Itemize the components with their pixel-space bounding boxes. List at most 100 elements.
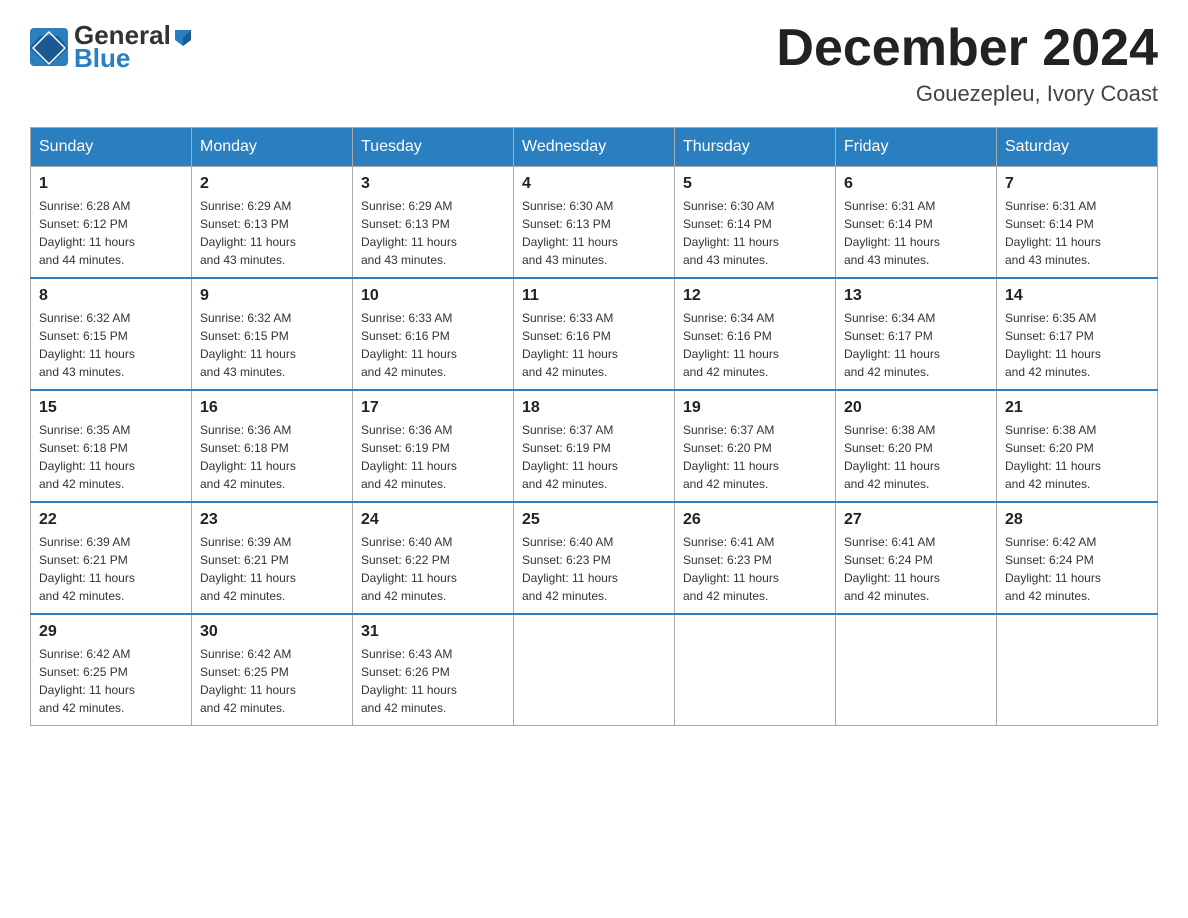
day-number: 10 [361, 287, 505, 305]
col-friday: Friday [836, 128, 997, 167]
day-info: Sunrise: 6:32 AMSunset: 6:15 PMDaylight:… [39, 309, 183, 381]
day-number: 4 [522, 175, 666, 193]
table-row [836, 614, 997, 726]
col-tuesday: Tuesday [353, 128, 514, 167]
calendar-table: Sunday Monday Tuesday Wednesday Thursday… [30, 127, 1158, 726]
day-info: Sunrise: 6:30 AMSunset: 6:14 PMDaylight:… [683, 197, 827, 269]
col-sunday: Sunday [31, 128, 192, 167]
day-info: Sunrise: 6:31 AMSunset: 6:14 PMDaylight:… [1005, 197, 1149, 269]
day-number: 15 [39, 399, 183, 417]
table-row: 5 Sunrise: 6:30 AMSunset: 6:14 PMDaylight… [675, 167, 836, 279]
day-number: 7 [1005, 175, 1149, 193]
title-section: December 2024 Gouezepleu, Ivory Coast [776, 20, 1158, 107]
day-number: 8 [39, 287, 183, 305]
day-number: 6 [844, 175, 988, 193]
day-info: Sunrise: 6:42 AMSunset: 6:24 PMDaylight:… [1005, 533, 1149, 605]
table-row: 26Sunrise: 6:41 AMSunset: 6:23 PMDayligh… [675, 502, 836, 614]
table-row: 18 Sunrise: 6:37 AMSunset: 6:19 PMDayligh… [514, 390, 675, 502]
day-info: Sunrise: 6:40 AMSunset: 6:22 PMDaylight:… [361, 533, 505, 605]
table-row: 24 Sunrise: 6:40 AMSunset: 6:22 PMDayligh… [353, 502, 514, 614]
month-title: December 2024 [776, 20, 1158, 77]
calendar-week-row: 8 Sunrise: 6:32 AMSunset: 6:15 PMDaylight… [31, 278, 1158, 390]
day-info: Sunrise: 6:39 AMSunset: 6:21 PMDaylight:… [39, 533, 183, 605]
day-info: Sunrise: 6:34 AMSunset: 6:16 PMDaylight:… [683, 309, 827, 381]
day-info: Sunrise: 6:36 AMSunset: 6:19 PMDaylight:… [361, 421, 505, 493]
calendar-week-row: 22 Sunrise: 6:39 AMSunset: 6:21 PMDayligh… [31, 502, 1158, 614]
day-info: Sunrise: 6:40 AMSunset: 6:23 PMDaylight:… [522, 533, 666, 605]
day-number: 2 [200, 175, 344, 193]
day-info: Sunrise: 6:39 AMSunset: 6:21 PMDaylight:… [200, 533, 344, 605]
day-number: 3 [361, 175, 505, 193]
col-thursday: Thursday [675, 128, 836, 167]
table-row: 16Sunrise: 6:36 AMSunset: 6:18 PMDayligh… [192, 390, 353, 502]
day-number: 28 [1005, 511, 1149, 529]
day-number: 17 [361, 399, 505, 417]
day-info: Sunrise: 6:33 AMSunset: 6:16 PMDaylight:… [361, 309, 505, 381]
table-row: 29Sunrise: 6:42 AMSunset: 6:25 PMDayligh… [31, 614, 192, 726]
calendar-header-row: Sunday Monday Tuesday Wednesday Thursday… [31, 128, 1158, 167]
table-row: 14 Sunrise: 6:35 AMSunset: 6:17 PMDayligh… [997, 278, 1158, 390]
day-number: 21 [1005, 399, 1149, 417]
day-info: Sunrise: 6:37 AMSunset: 6:20 PMDaylight:… [683, 421, 827, 493]
table-row: 20Sunrise: 6:38 AMSunset: 6:20 PMDayligh… [836, 390, 997, 502]
table-row: 30 Sunrise: 6:42 AMSunset: 6:25 PMDayligh… [192, 614, 353, 726]
day-number: 27 [844, 511, 988, 529]
table-row [514, 614, 675, 726]
day-info: Sunrise: 6:41 AMSunset: 6:24 PMDaylight:… [844, 533, 988, 605]
table-row: 4 Sunrise: 6:30 AMSunset: 6:13 PMDaylight… [514, 167, 675, 279]
day-number: 22 [39, 511, 183, 529]
table-row: 23 Sunrise: 6:39 AMSunset: 6:21 PMDayligh… [192, 502, 353, 614]
logo-icon [30, 28, 68, 66]
day-info: Sunrise: 6:29 AMSunset: 6:13 PMDaylight:… [361, 197, 505, 269]
day-info: Sunrise: 6:38 AMSunset: 6:20 PMDaylight:… [1005, 421, 1149, 493]
table-row: 19 Sunrise: 6:37 AMSunset: 6:20 PMDayligh… [675, 390, 836, 502]
day-info: Sunrise: 6:35 AMSunset: 6:18 PMDaylight:… [39, 421, 183, 493]
day-info: Sunrise: 6:42 AMSunset: 6:25 PMDaylight:… [200, 645, 344, 717]
day-number: 12 [683, 287, 827, 305]
table-row: 12 Sunrise: 6:34 AMSunset: 6:16 PMDayligh… [675, 278, 836, 390]
day-info: Sunrise: 6:41 AMSunset: 6:23 PMDaylight:… [683, 533, 827, 605]
day-number: 13 [844, 287, 988, 305]
day-info: Sunrise: 6:43 AMSunset: 6:26 PMDaylight:… [361, 645, 505, 717]
day-info: Sunrise: 6:35 AMSunset: 6:17 PMDaylight:… [1005, 309, 1149, 381]
table-row: 21 Sunrise: 6:38 AMSunset: 6:20 PMDayligh… [997, 390, 1158, 502]
day-info: Sunrise: 6:37 AMSunset: 6:19 PMDaylight:… [522, 421, 666, 493]
table-row: 2Sunrise: 6:29 AMSunset: 6:13 PMDaylight… [192, 167, 353, 279]
table-row: 8 Sunrise: 6:32 AMSunset: 6:15 PMDaylight… [31, 278, 192, 390]
day-number: 24 [361, 511, 505, 529]
day-number: 5 [683, 175, 827, 193]
table-row: 9 Sunrise: 6:32 AMSunset: 6:15 PMDaylight… [192, 278, 353, 390]
day-number: 14 [1005, 287, 1149, 305]
day-number: 11 [522, 287, 666, 305]
calendar-week-row: 29 Sunrise: 6:42 AMSunset: 6:25 PMDayligh… [31, 614, 1158, 726]
calendar-week-row: 1Sunrise: 6:28 AMSunset: 6:12 PMDaylight… [31, 167, 1158, 279]
table-row: 22 Sunrise: 6:39 AMSunset: 6:21 PMDayligh… [31, 502, 192, 614]
location: Gouezepleu, Ivory Coast [776, 81, 1158, 107]
logo-arrow-icon [173, 26, 193, 46]
table-row: 3 Sunrise: 6:29 AMSunset: 6:13 PMDaylight… [353, 167, 514, 279]
col-saturday: Saturday [997, 128, 1158, 167]
table-row: 1Sunrise: 6:28 AMSunset: 6:12 PMDaylight… [31, 167, 192, 279]
day-info: Sunrise: 6:28 AMSunset: 6:12 PMDaylight:… [39, 197, 183, 269]
day-info: Sunrise: 6:33 AMSunset: 6:16 PMDaylight:… [522, 309, 666, 381]
day-info: Sunrise: 6:32 AMSunset: 6:15 PMDaylight:… [200, 309, 344, 381]
day-number: 9 [200, 287, 344, 305]
calendar-week-row: 15 Sunrise: 6:35 AMSunset: 6:18 PMDayligh… [31, 390, 1158, 502]
table-row: 13 Sunrise: 6:34 AMSunset: 6:17 PMDayligh… [836, 278, 997, 390]
col-monday: Monday [192, 128, 353, 167]
day-info: Sunrise: 6:34 AMSunset: 6:17 PMDaylight:… [844, 309, 988, 381]
day-number: 30 [200, 623, 344, 641]
table-row: 27 Sunrise: 6:41 AMSunset: 6:24 PMDayligh… [836, 502, 997, 614]
table-row: 6Sunrise: 6:31 AMSunset: 6:14 PMDaylight… [836, 167, 997, 279]
day-info: Sunrise: 6:30 AMSunset: 6:13 PMDaylight:… [522, 197, 666, 269]
day-number: 23 [200, 511, 344, 529]
day-number: 29 [39, 623, 183, 641]
table-row: 28 Sunrise: 6:42 AMSunset: 6:24 PMDayligh… [997, 502, 1158, 614]
day-number: 18 [522, 399, 666, 417]
table-row: 25Sunrise: 6:40 AMSunset: 6:23 PMDayligh… [514, 502, 675, 614]
day-number: 19 [683, 399, 827, 417]
table-row: 17 Sunrise: 6:36 AMSunset: 6:19 PMDayligh… [353, 390, 514, 502]
logo: General Blue [30, 20, 193, 74]
table-row: 31Sunrise: 6:43 AMSunset: 6:26 PMDayligh… [353, 614, 514, 726]
day-info: Sunrise: 6:38 AMSunset: 6:20 PMDaylight:… [844, 421, 988, 493]
